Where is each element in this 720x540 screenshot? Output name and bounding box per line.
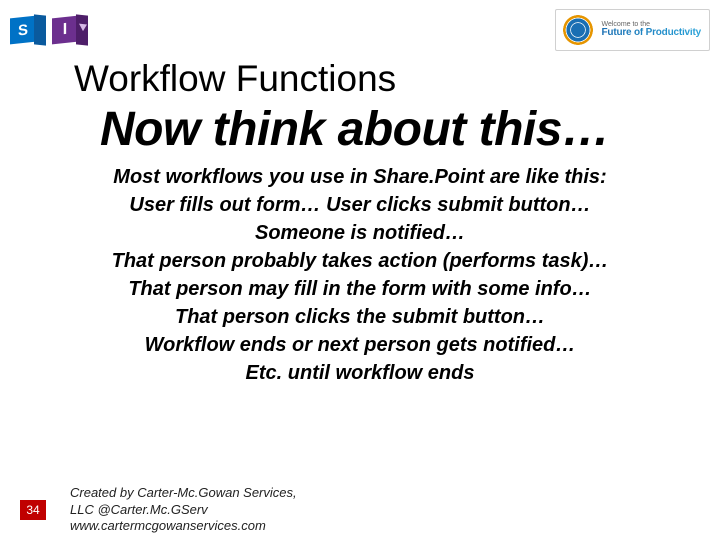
body-line: Etc. until workflow ends xyxy=(60,359,660,387)
body-line: That person probably takes action (perfo… xyxy=(60,247,660,275)
sharepoint-letter: S xyxy=(10,16,36,45)
circle-logo-icon xyxy=(560,12,596,48)
app-icons: S I xyxy=(10,15,88,45)
slide-title: Workflow Functions xyxy=(0,54,720,100)
slide-body: Most workflows you use in Share.Point ar… xyxy=(0,163,720,387)
body-line: User fills out form… User clicks submit … xyxy=(60,191,660,219)
credit-line: www.cartermcgowanservices.com xyxy=(70,518,297,534)
body-line: That person may fill in the form with so… xyxy=(60,275,660,303)
slide-header: S I Welcome to the Future of Productivit… xyxy=(0,0,720,54)
credit-line: LLC @Carter.Mc.GServ xyxy=(70,502,297,518)
productivity-logo: Welcome to the Future of Productivity xyxy=(555,9,711,51)
body-line: That person clicks the submit button… xyxy=(60,303,660,331)
body-line: Workflow ends or next person gets notifi… xyxy=(60,331,660,359)
slide-footer: 34 Created by Carter-Mc.Gowan Services, … xyxy=(0,485,297,534)
credits: Created by Carter-Mc.Gowan Services, LLC… xyxy=(70,485,297,534)
infopath-letter: I xyxy=(52,16,78,45)
slide-subtitle: Now think about this… xyxy=(0,100,720,163)
page-number: 34 xyxy=(20,500,46,520)
sharepoint-icon: S xyxy=(10,15,46,45)
body-line: Most workflows you use in Share.Point ar… xyxy=(60,163,660,191)
credit-line: Created by Carter-Mc.Gowan Services, xyxy=(70,485,297,501)
infopath-icon: I xyxy=(52,15,88,45)
logo-tagline: Future of Productivity xyxy=(602,28,702,39)
body-line: Someone is notified… xyxy=(60,219,660,247)
